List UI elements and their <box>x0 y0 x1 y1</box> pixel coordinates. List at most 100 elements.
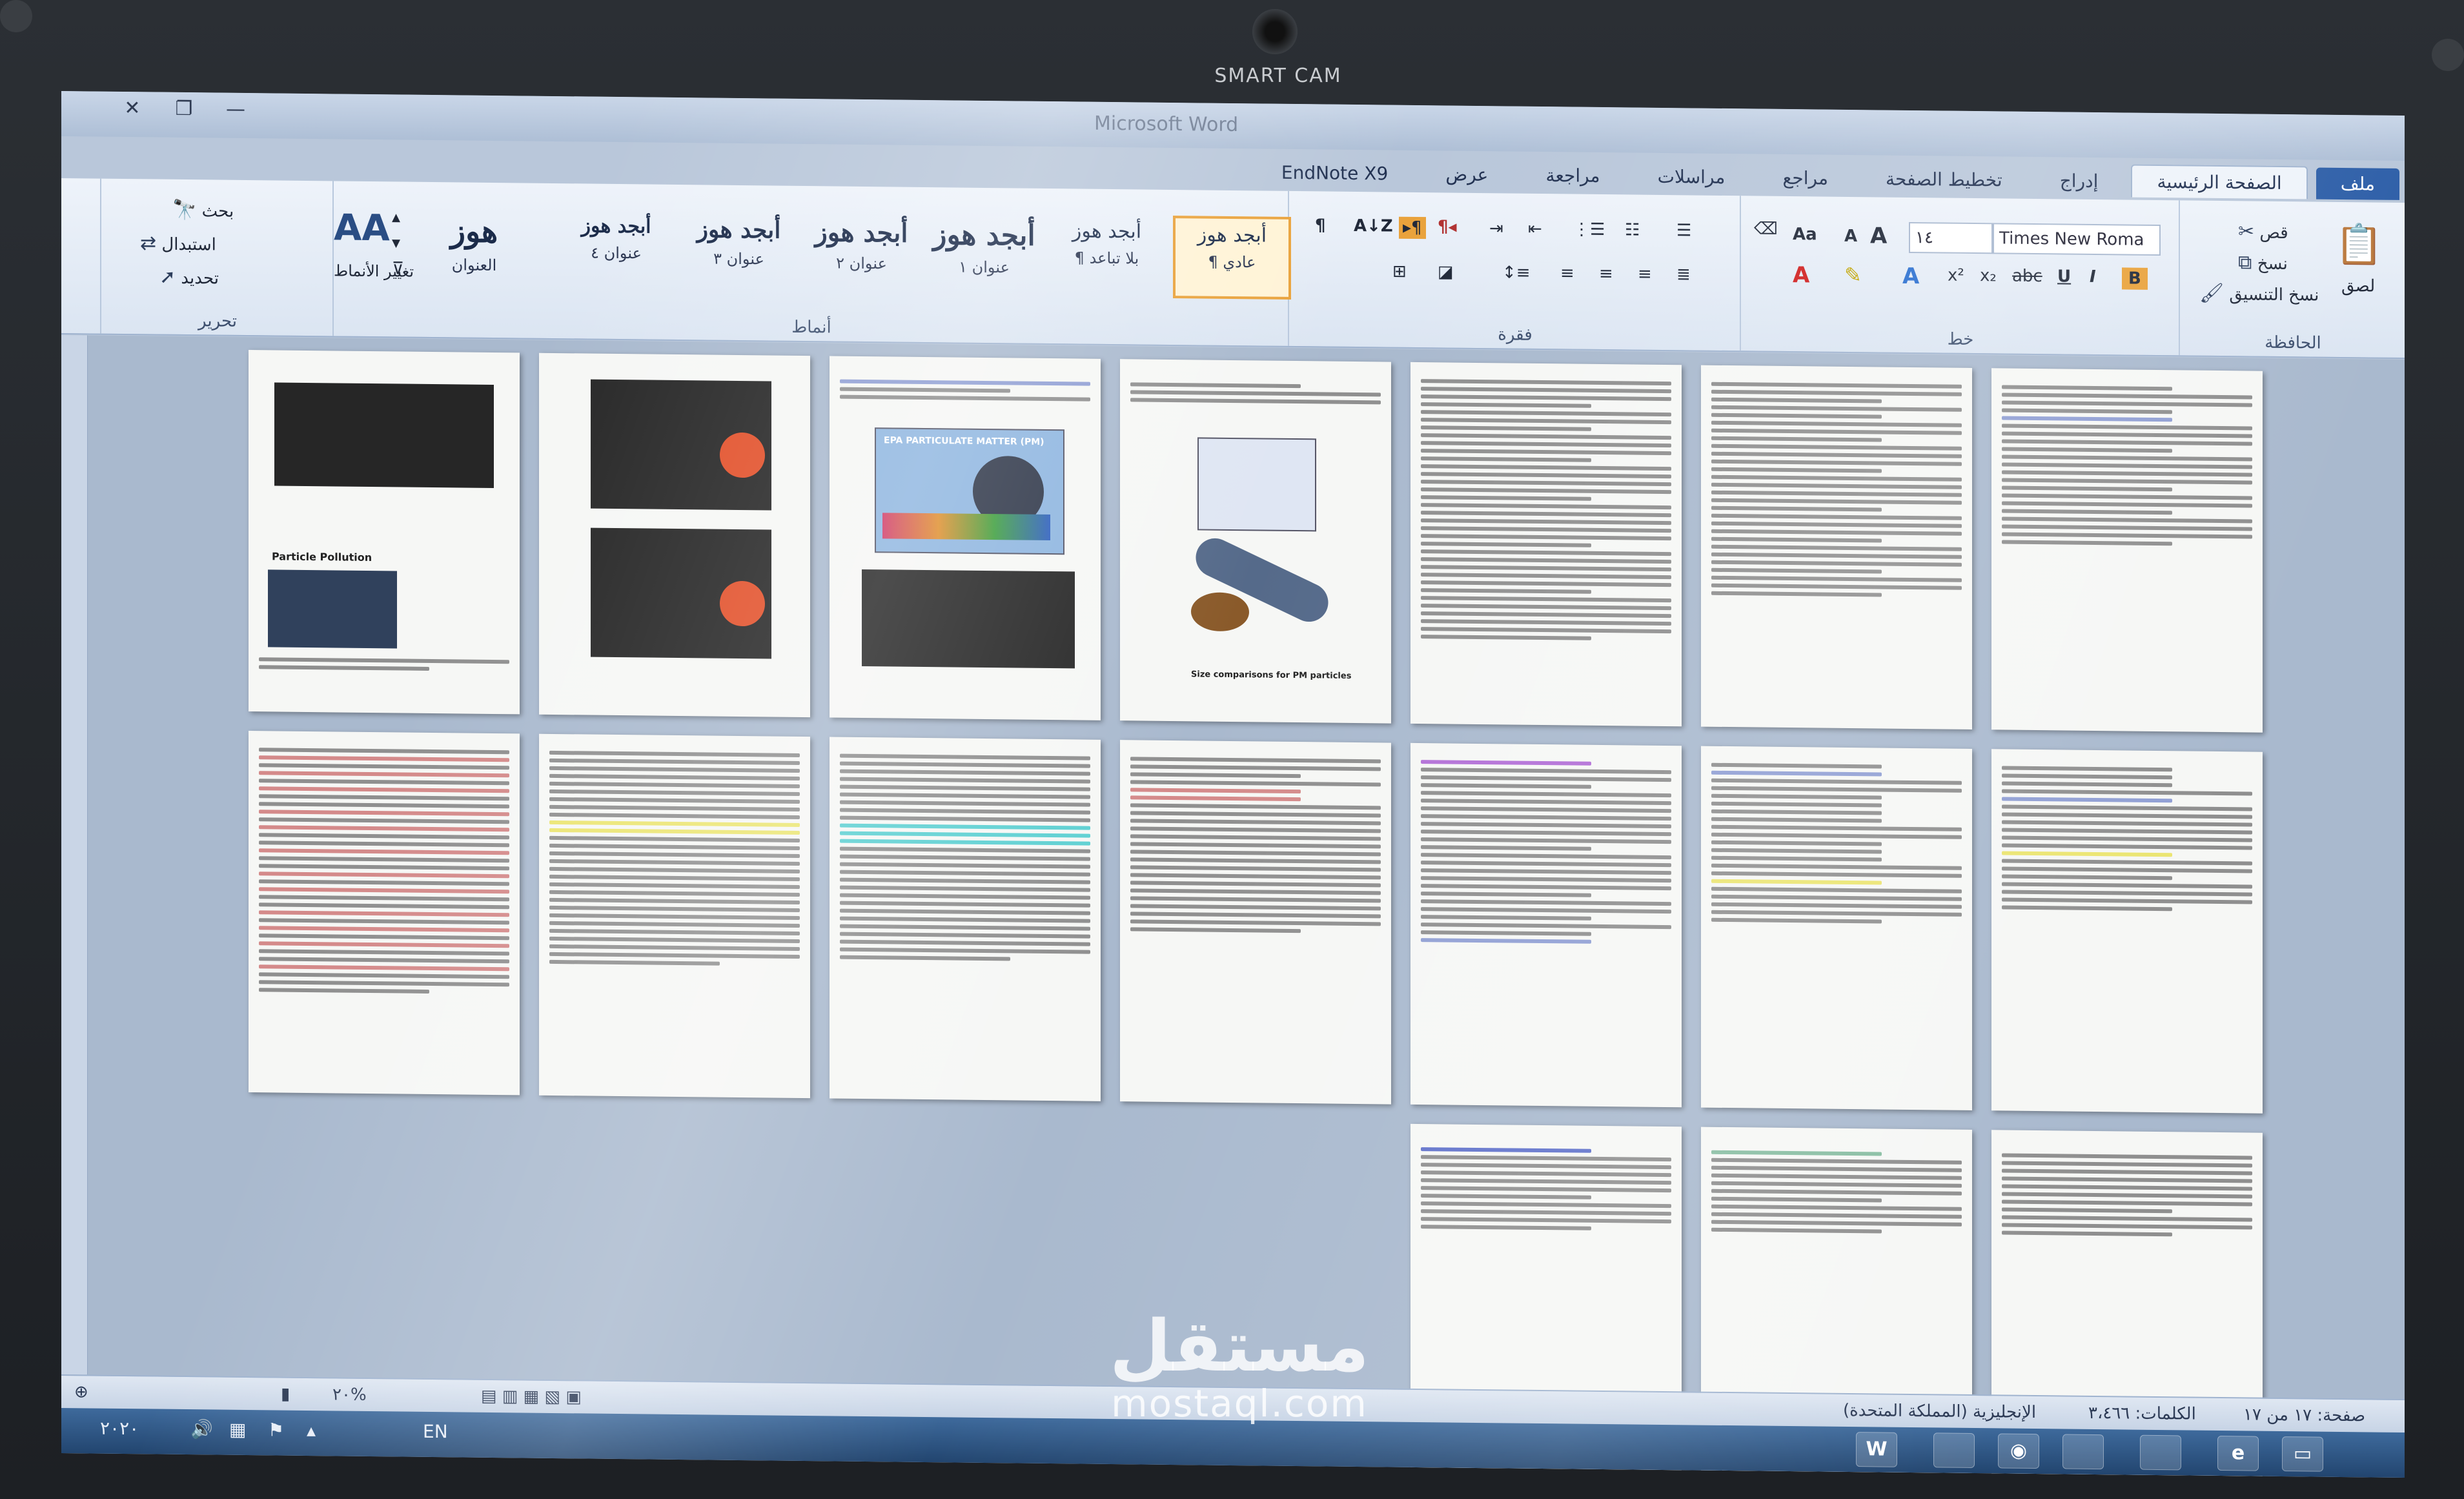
italic-button[interactable]: I <box>2090 267 2096 287</box>
shading-icon[interactable]: ◪ <box>1438 262 1454 281</box>
change-styles-icon[interactable]: AA <box>334 207 390 249</box>
tab-file[interactable]: ملف <box>2316 167 2399 200</box>
document-page[interactable] <box>1120 740 1391 1105</box>
font-size-field[interactable]: ١٤ <box>1909 221 1993 254</box>
format-painter-button[interactable]: 🖌 نسخ التنسيق <box>2199 282 2319 306</box>
ltr-direction-button[interactable]: ▸¶ <box>1399 216 1426 240</box>
clear-formatting-icon[interactable]: ⌫ <box>1754 219 1778 238</box>
increase-indent-icon[interactable]: ⇥ <box>1489 219 1503 238</box>
tab-review[interactable]: مراجعة <box>1521 159 1624 192</box>
document-page[interactable]: EPA PARTICULATE MATTER (PM) <box>830 356 1101 720</box>
highlight-icon[interactable]: ✎ <box>1844 263 1862 287</box>
document-page[interactable] <box>1410 362 1682 727</box>
word-count[interactable]: الكلمات: ٣،٤٦٦ <box>2088 1403 2196 1424</box>
document-page[interactable] <box>1410 742 1682 1108</box>
taskbar-app[interactable] <box>2062 1434 2104 1470</box>
style-heading-2[interactable]: أبجد هوز عنوان ٢ <box>805 212 918 291</box>
underline-button[interactable]: U <box>2057 267 2071 286</box>
tab-references[interactable]: مراجع <box>1758 162 1853 195</box>
subscript-button[interactable]: x₂ <box>1980 266 1997 285</box>
taskbar-app[interactable] <box>2140 1434 2181 1471</box>
page-count[interactable]: صفحة: ١٧ من ١٧ <box>2243 1405 2365 1425</box>
document-page[interactable] <box>1991 368 2263 733</box>
bezel-screw <box>2432 39 2464 71</box>
borders-icon[interactable]: ⊞ <box>1392 262 1407 281</box>
minimize-button[interactable]: — <box>216 98 255 126</box>
close-button[interactable]: ✕ <box>113 97 152 125</box>
document-page[interactable] <box>1701 746 1972 1110</box>
style-no-spacing[interactable]: أبجد هوز ¶ بلا تباعد <box>1050 214 1163 293</box>
document-area[interactable]: Particle Pollution EPA PARTICULATE MATTE… <box>61 334 2405 1478</box>
word-taskbar-button[interactable]: W <box>1856 1432 1897 1467</box>
rtl-direction-button[interactable]: ¶◂ <box>1438 217 1457 236</box>
tab-insert[interactable]: إدراج <box>2035 165 2123 197</box>
document-page[interactable] <box>1991 749 2263 1114</box>
bullets-icon[interactable]: ☰ <box>1676 221 1691 240</box>
style-heading-4[interactable]: أبجد هوز عنوان ٤ <box>560 209 673 288</box>
document-page[interactable]: Size comparisons for PM particles <box>1120 359 1391 724</box>
style-title[interactable]: هوز العنوان <box>418 208 531 287</box>
zoom-in-icon[interactable]: ⊕ <box>74 1382 88 1402</box>
cut-button[interactable]: ✂ قص <box>2238 220 2288 243</box>
document-page[interactable] <box>1701 365 1972 729</box>
font-name-field[interactable]: Times New Roma <box>1993 223 2161 256</box>
styles-scroll-up-icon[interactable]: ▴ <box>392 207 400 227</box>
show-formatting-icon[interactable]: ¶ <box>1315 216 1326 235</box>
view-buttons[interactable]: ▤ ▥ ▦ ▧ ▣ <box>481 1387 582 1407</box>
copy-button[interactable]: ⧉ نسخ <box>2238 251 2288 274</box>
language-indicator[interactable]: الإنجليزية (المملكة المتحدة) <box>1843 1401 2036 1422</box>
style-heading-1[interactable]: أبجد هوز عنوان ١ <box>928 213 1041 292</box>
change-case-button[interactable]: Aa <box>1793 225 1817 244</box>
shrink-font-button[interactable]: A <box>1844 227 1857 246</box>
line-spacing-icon[interactable]: ↕≡ <box>1502 263 1531 282</box>
zoom-slider-thumb[interactable]: ▮ <box>281 1385 290 1404</box>
tray-expand-icon[interactable]: ▴ <box>307 1420 316 1441</box>
align-justify-icon[interactable]: ≣ <box>1676 265 1691 284</box>
decrease-indent-icon[interactable]: ⇤ <box>1528 219 1542 239</box>
styles-scroll-down-icon[interactable]: ▾ <box>392 233 400 252</box>
tab-home[interactable]: الصفحة الرئيسية <box>2131 164 2308 199</box>
select-button[interactable]: ➚ تحديد <box>159 266 219 289</box>
bold-button[interactable]: B <box>2122 267 2148 290</box>
tab-mailings[interactable]: مراسلات <box>1633 160 1750 193</box>
clock-date[interactable]: ٢٠٢٠ <box>100 1418 139 1440</box>
document-page[interactable]: Particle Pollution <box>249 350 520 715</box>
style-normal[interactable]: أبجد هوز ¶ عادي <box>1173 216 1291 300</box>
volume-icon[interactable]: 🔊 <box>190 1418 213 1440</box>
find-button[interactable]: 🔭 بحث <box>172 199 234 222</box>
align-right-icon[interactable]: ≡ <box>1638 265 1652 284</box>
chrome-taskbar-icon[interactable]: ◉ <box>1998 1433 2039 1469</box>
font-color-icon[interactable]: A <box>1793 262 1809 288</box>
numbering-icon[interactable]: ☷ <box>1625 220 1640 240</box>
replace-button[interactable]: ⇄ استبدال <box>140 232 216 255</box>
align-left-icon[interactable]: ≡ <box>1560 263 1574 283</box>
document-page[interactable] <box>249 731 520 1096</box>
zoom-level[interactable]: ٢٠% <box>332 1385 367 1405</box>
document-page[interactable] <box>830 737 1101 1101</box>
paste-icon[interactable]: 📋 <box>2335 221 2383 268</box>
style-heading-3[interactable]: أبجد هوز عنوان ٣ <box>682 210 795 289</box>
paste-button[interactable]: لصق <box>2341 276 2375 296</box>
document-page[interactable] <box>539 352 810 718</box>
text-effects-icon[interactable]: A <box>1902 263 1919 289</box>
action-center-icon[interactable]: ⚑ <box>268 1419 284 1440</box>
sort-icon[interactable]: A↓Z <box>1354 216 1393 236</box>
tab-view[interactable]: عرض <box>1421 158 1512 190</box>
tab-page-layout[interactable]: تخطيط الصفحة <box>1861 163 2027 196</box>
superscript-button[interactable]: x² <box>1948 266 1964 285</box>
taskbar-app[interactable] <box>1933 1433 1975 1469</box>
strikethrough-button[interactable]: abc <box>2012 267 2042 286</box>
network-icon[interactable]: ▦ <box>229 1419 246 1440</box>
maximize-button[interactable]: ❐ <box>165 97 203 125</box>
ie-taskbar-icon[interactable]: e <box>2217 1435 2259 1471</box>
change-styles-label[interactable]: تغيير الأنماط <box>334 261 414 280</box>
document-page[interactable] <box>539 733 810 1099</box>
tab-endnote[interactable]: EndNote X9 <box>1257 156 1412 190</box>
multilevel-list-icon[interactable]: ⋮☰ <box>1573 220 1605 240</box>
replace-label: استبدال <box>161 234 216 255</box>
input-language[interactable]: EN <box>423 1421 448 1442</box>
explorer-taskbar-icon[interactable]: ▭ <box>2282 1436 2323 1472</box>
page-image-dot <box>720 432 765 478</box>
grow-font-button[interactable]: A <box>1870 223 1887 249</box>
align-center-icon[interactable]: ≡ <box>1599 264 1613 283</box>
